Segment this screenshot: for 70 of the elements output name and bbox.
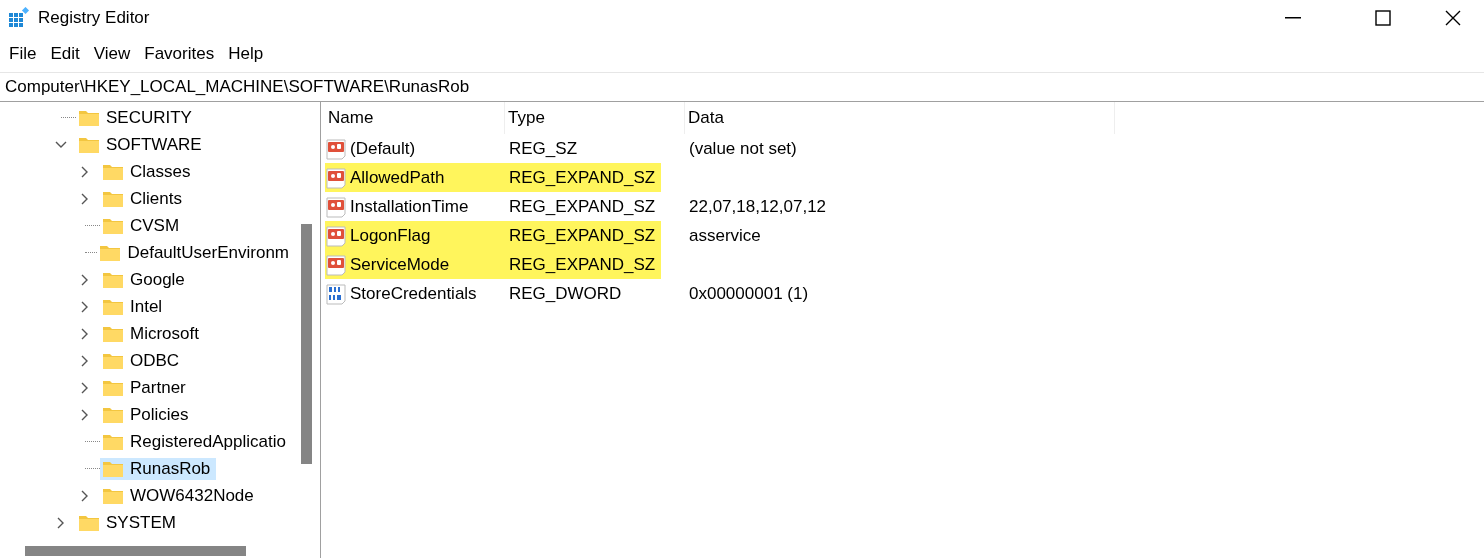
value-name[interactable]: StoreCredentials: [325, 279, 505, 308]
tree-item[interactable]: DefaultUserEnvironm: [97, 241, 295, 264]
menu-item[interactable]: File: [2, 44, 44, 64]
tree-item[interactable]: RegisteredApplicatio: [100, 430, 292, 453]
menu-item[interactable]: View: [86, 44, 138, 64]
column-header[interactable]: Type: [505, 102, 685, 134]
string-value-icon: [325, 137, 347, 160]
value-data: 0x00000001 (1): [688, 282, 810, 305]
value-type: REG_SZ: [508, 137, 579, 160]
string-value-icon: [325, 166, 347, 189]
value-name[interactable]: (Default): [325, 134, 505, 163]
menu-item[interactable]: Help: [221, 44, 271, 64]
value-data: (value not set): [688, 137, 798, 160]
menu-item[interactable]: Favorites: [137, 44, 222, 64]
app-icon: [8, 7, 30, 29]
address-bar[interactable]: Computer\HKEY_LOCAL_MACHINE\SOFTWARE\RunasRob: [0, 72, 1484, 102]
tree-item[interactable]: Clients: [100, 187, 188, 210]
value-data: asservice: [688, 224, 762, 247]
tree-item[interactable]: WOW6432Node: [100, 484, 260, 507]
binary-value-icon: [325, 282, 347, 305]
tree-item[interactable]: Intel: [100, 295, 169, 318]
minimize-icon: [1285, 17, 1301, 19]
folder-icon: [99, 243, 122, 262]
folder-icon: [78, 135, 100, 154]
folder-icon: [102, 297, 124, 316]
value-type: REG_EXPAND_SZ: [505, 221, 662, 250]
column-header[interactable]: Data: [685, 102, 1115, 134]
tree-item[interactable]: ODBC: [100, 349, 186, 372]
folder-icon: [102, 270, 124, 289]
folder-icon: [102, 351, 124, 370]
menu-item[interactable]: Edit: [43, 44, 87, 64]
tree-item[interactable]: Policies: [100, 403, 195, 426]
value-name[interactable]: InstallationTime: [325, 192, 505, 221]
value-name[interactable]: AllowedPath: [325, 163, 505, 192]
value-name[interactable]: ServiceMode: [325, 250, 505, 279]
tree-item[interactable]: SECURITY: [76, 106, 198, 129]
folder-icon: [102, 459, 124, 478]
folder-icon: [78, 513, 100, 532]
folder-icon: [102, 405, 124, 424]
value-type: REG_EXPAND_SZ: [508, 195, 657, 218]
folder-icon: [102, 486, 124, 505]
maximize-icon: [1375, 10, 1391, 26]
tree-item[interactable]: Partner: [100, 376, 192, 399]
tree-item[interactable]: CVSM: [100, 214, 186, 237]
value-type: REG_EXPAND_SZ: [505, 250, 662, 279]
tree-item[interactable]: Google: [100, 268, 191, 291]
column-header[interactable]: Name: [325, 102, 505, 134]
string-value-icon: [325, 224, 347, 247]
scrollbar-thumb[interactable]: [25, 546, 246, 556]
scrollbar-thumb[interactable]: [301, 224, 312, 464]
value-type: REG_DWORD: [508, 282, 623, 305]
tree-item[interactable]: RunasRob: [100, 457, 217, 480]
folder-icon: [102, 162, 124, 181]
folder-icon: [102, 216, 124, 235]
string-value-icon: [325, 195, 347, 218]
value-data: 22,07,18,12,07,12: [688, 195, 828, 218]
folder-icon: [102, 378, 124, 397]
folder-icon: [102, 432, 124, 451]
folder-icon: [78, 108, 100, 127]
folder-icon: [102, 189, 124, 208]
close-icon: [1445, 10, 1461, 26]
tree-item[interactable]: SOFTWARE: [76, 133, 208, 156]
value-type: REG_EXPAND_SZ: [505, 163, 662, 192]
tree-item[interactable]: Microsoft: [100, 322, 205, 345]
tree-item[interactable]: SYSTEM: [76, 511, 182, 534]
window-title: Registry Editor: [38, 8, 151, 28]
folder-icon: [102, 324, 124, 343]
value-name[interactable]: LogonFlag: [325, 221, 505, 250]
string-value-icon: [325, 253, 347, 276]
tree-item[interactable]: Classes: [100, 160, 197, 183]
